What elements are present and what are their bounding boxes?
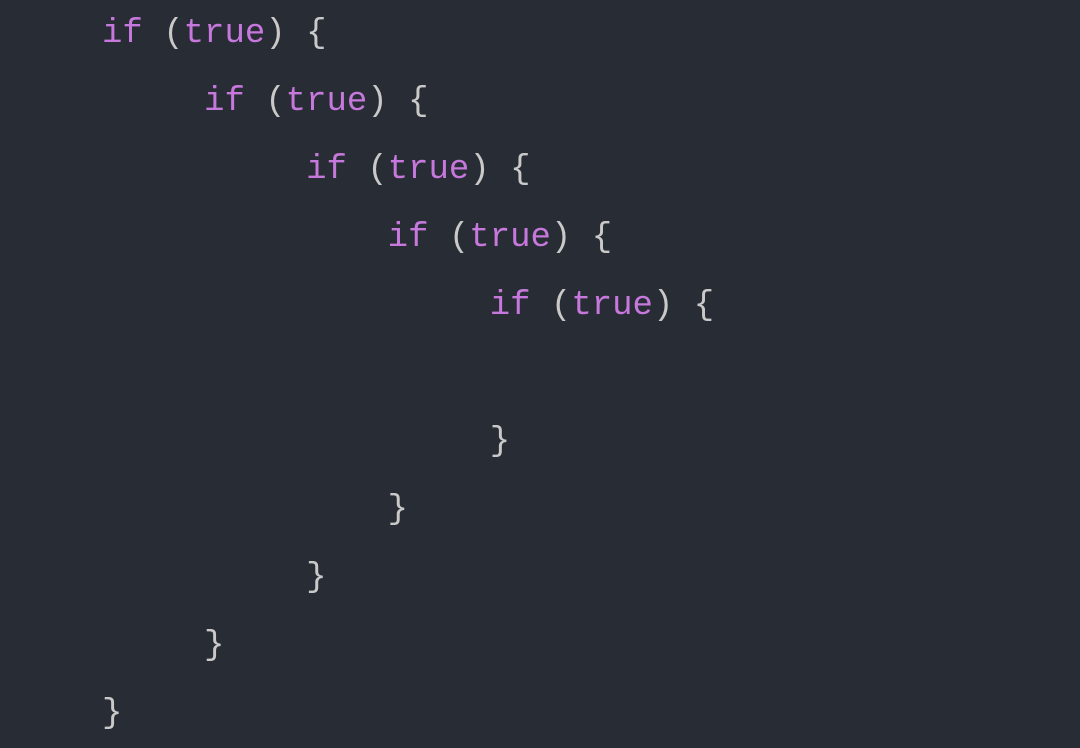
code-line[interactable]: } (0, 408, 1080, 476)
token-bracket: { (694, 287, 714, 325)
token-plain (673, 287, 693, 325)
code-editor[interactable]: if (true) { if (true) { if (true) { if (… (0, 0, 1080, 748)
token-plain (531, 287, 551, 325)
token-paren: ) (469, 151, 489, 189)
token-bracket: } (102, 695, 122, 733)
token-keyword: if (204, 83, 245, 121)
token-boolean: true (286, 83, 368, 121)
code-line[interactable]: } (0, 476, 1080, 544)
token-bracket: } (306, 559, 326, 597)
code-line[interactable]: } (0, 612, 1080, 680)
token-plain (286, 15, 306, 53)
token-plain (143, 15, 163, 53)
code-line[interactable]: if (true) { (0, 0, 1080, 68)
token-plain (347, 151, 367, 189)
token-boolean: true (571, 287, 653, 325)
token-bracket: } (204, 627, 224, 665)
token-paren: ( (449, 219, 469, 257)
token-paren: ) (653, 287, 673, 325)
token-keyword: if (490, 287, 531, 325)
token-keyword: if (388, 219, 429, 257)
token-plain (388, 83, 408, 121)
code-line[interactable]: } (0, 680, 1080, 748)
token-paren: ( (551, 287, 571, 325)
code-line[interactable]: if (true) { (0, 136, 1080, 204)
token-boolean: true (388, 151, 470, 189)
token-paren: ( (265, 83, 285, 121)
token-paren: ( (367, 151, 387, 189)
token-paren: ( (163, 15, 183, 53)
token-plain (490, 151, 510, 189)
token-plain (571, 219, 591, 257)
token-bracket: { (306, 15, 326, 53)
token-bracket: { (592, 219, 612, 257)
token-paren: ) (265, 15, 285, 53)
token-plain (0, 355, 20, 393)
token-keyword: if (102, 15, 143, 53)
token-paren: ) (551, 219, 571, 257)
token-bracket: } (388, 491, 408, 529)
code-line[interactable]: if (true) { (0, 272, 1080, 340)
code-line[interactable]: } (0, 544, 1080, 612)
token-boolean: true (469, 219, 551, 257)
token-bracket: { (408, 83, 428, 121)
token-plain (245, 83, 265, 121)
code-line[interactable]: if (true) { (0, 204, 1080, 272)
code-line[interactable]: if (true) { (0, 68, 1080, 136)
token-boolean: true (184, 15, 266, 53)
token-bracket: } (490, 423, 510, 461)
token-bracket: { (510, 151, 530, 189)
token-keyword: if (306, 151, 347, 189)
token-paren: ) (367, 83, 387, 121)
code-line[interactable] (0, 340, 1080, 408)
token-plain (428, 219, 448, 257)
